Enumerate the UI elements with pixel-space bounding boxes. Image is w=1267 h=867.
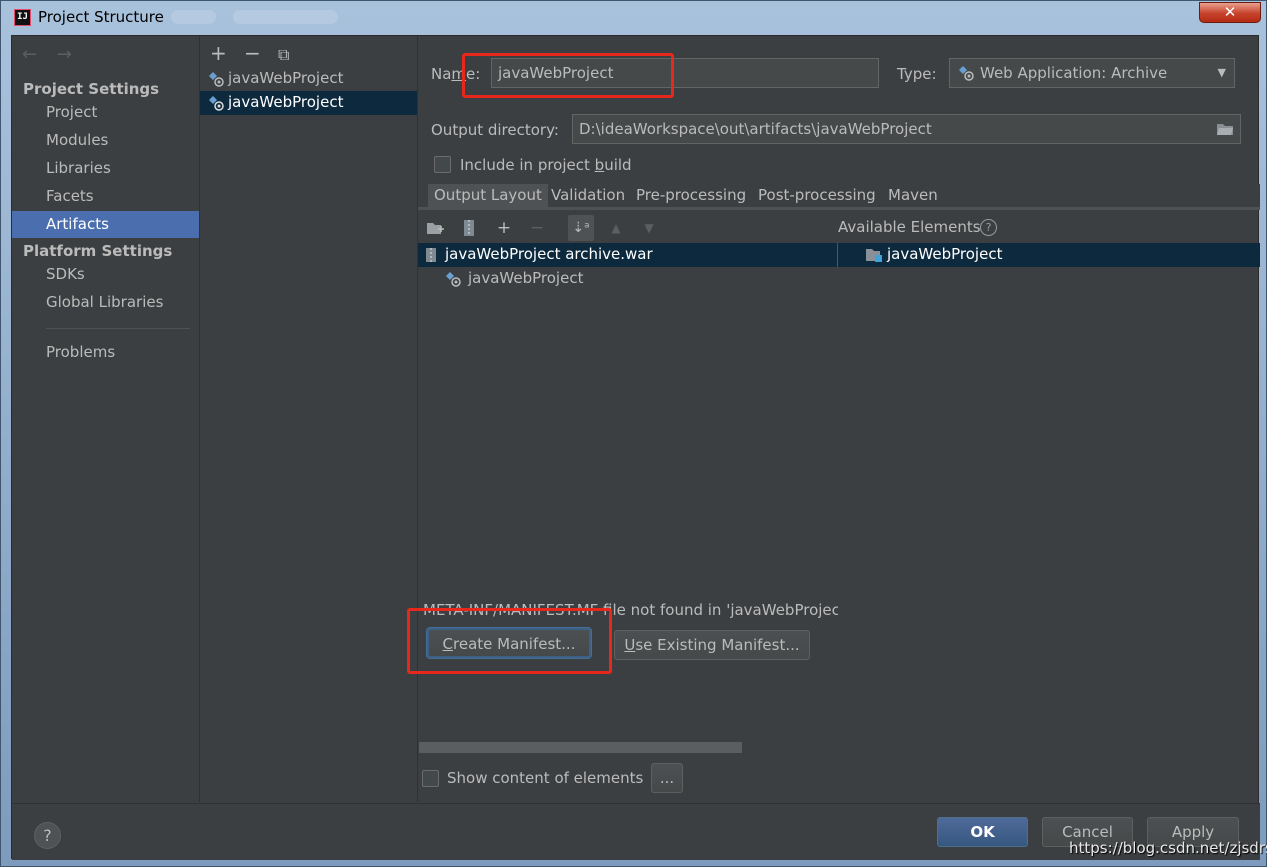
- layout-tree-root-label: javaWebProject archive.war: [445, 245, 653, 263]
- layout-toolbar: + − ⇣ᵃ ▲ ▼ Available Elements ?: [418, 213, 1260, 243]
- output-directory-value: D:\ideaWorkspace\out\artifacts\javaWebPr…: [579, 120, 932, 138]
- project-settings-header: Project Settings: [23, 80, 160, 98]
- artifacts-list-toolbar: + − ⧉: [210, 41, 312, 65]
- use-existing-manifest-button[interactable]: Use Existing Manifest...: [614, 630, 810, 660]
- nav-item-problems[interactable]: Problems: [12, 339, 199, 366]
- help-button[interactable]: ?: [34, 822, 61, 849]
- artifact-editor: Name: javaWebProject Type: Web Applicati…: [407, 36, 1260, 802]
- settings-nav: ← → Project Settings Project Modules Lib…: [12, 36, 199, 802]
- create-archive-icon[interactable]: [456, 215, 482, 241]
- artifact-type-value: Web Application: Archive: [980, 64, 1168, 82]
- artifact-name: javaWebProject: [228, 93, 344, 111]
- show-content-checkbox[interactable]: [422, 770, 439, 787]
- chevron-down-icon: ▼: [1217, 66, 1226, 79]
- close-window-button[interactable]: ✕: [1199, 2, 1261, 23]
- nav-item-global-libraries[interactable]: Global Libraries: [12, 289, 199, 316]
- war-archive-icon: [426, 248, 436, 262]
- include-in-build-label: Include in project build: [460, 156, 632, 174]
- add-icon[interactable]: +: [210, 41, 244, 65]
- nav-item-project[interactable]: Project: [12, 99, 199, 126]
- background-taskbar-item: [171, 10, 216, 24]
- available-elements-label: Available Elements: [838, 218, 981, 236]
- web-artifact-icon: [209, 72, 224, 87]
- remove-icon[interactable]: −: [244, 41, 278, 65]
- intellij-app-icon: IJ: [14, 9, 31, 26]
- browse-folder-icon[interactable]: [1216, 122, 1234, 136]
- artifact-type-combo[interactable]: Web Application: Archive ▼: [949, 58, 1235, 88]
- tab-pre-processing[interactable]: Pre-processing: [630, 184, 752, 208]
- include-in-build-checkbox[interactable]: [434, 156, 451, 173]
- move-up-icon[interactable]: ▲: [603, 215, 629, 241]
- tab-output-layout[interactable]: Output Layout: [428, 184, 548, 208]
- create-directory-icon[interactable]: [422, 215, 448, 241]
- type-label: Type:: [897, 65, 937, 83]
- nav-item-artifacts[interactable]: Artifacts: [12, 211, 199, 238]
- artifact-name: javaWebProject: [228, 69, 344, 87]
- show-content-options-button[interactable]: ...: [651, 763, 683, 793]
- remove-icon[interactable]: −: [524, 215, 550, 241]
- horizontal-scrollbar[interactable]: [419, 742, 742, 753]
- show-content-label: Show content of elements: [447, 769, 644, 787]
- tab-post-processing[interactable]: Post-processing: [752, 184, 882, 208]
- ok-button[interactable]: OK: [937, 817, 1028, 847]
- available-tree-item[interactable]: javaWebProject: [838, 243, 1260, 267]
- artifact-tabs: Output Layout Validation Pre-processing …: [418, 184, 1260, 208]
- watermark-text: https://blog.csdn.net/zjsdrs: [1069, 839, 1267, 857]
- module-artifact-icon: [446, 272, 461, 287]
- web-artifact-icon: [959, 66, 974, 81]
- module-folder-icon: [866, 249, 882, 262]
- back-arrow-icon[interactable]: ←: [22, 44, 37, 65]
- title-bar: IJ Project Structure ✕: [1, 1, 1266, 35]
- web-artifact-icon: [209, 96, 224, 111]
- artifacts-list-panel: + − ⧉ javaWebProject javaWebProject: [200, 36, 417, 802]
- nav-item-libraries[interactable]: Libraries: [12, 155, 199, 182]
- layout-tree-child[interactable]: javaWebProject: [418, 267, 837, 291]
- help-icon[interactable]: ?: [980, 219, 997, 236]
- tab-maven[interactable]: Maven: [882, 184, 944, 208]
- project-structure-window: IJ Project Structure ✕ ← → Project Setti…: [0, 0, 1267, 867]
- add-copy-icon[interactable]: +: [491, 215, 517, 241]
- dialog-content: ← → Project Settings Project Modules Lib…: [11, 35, 1260, 860]
- tab-validation[interactable]: Validation: [545, 184, 631, 208]
- nav-history: ← →: [22, 44, 86, 65]
- artifact-list-item-selected[interactable]: javaWebProject: [200, 91, 417, 115]
- available-tree-item-label: javaWebProject: [887, 245, 1003, 263]
- artifact-list-item[interactable]: javaWebProject: [200, 67, 417, 91]
- layout-tree-root[interactable]: javaWebProject archive.war: [418, 243, 837, 267]
- forward-arrow-icon[interactable]: →: [57, 44, 72, 65]
- window-title: Project Structure: [38, 8, 164, 26]
- move-down-icon[interactable]: ▼: [636, 215, 662, 241]
- background-taskbar-item: [233, 10, 338, 24]
- nav-item-modules[interactable]: Modules: [12, 127, 199, 154]
- copy-icon[interactable]: ⧉: [278, 45, 312, 65]
- layout-tree-child-label: javaWebProject: [468, 269, 584, 287]
- highlight-box-name: [462, 53, 674, 98]
- output-directory-label: Output directory:: [431, 121, 559, 139]
- nav-divider: [46, 328, 190, 329]
- nav-item-facets[interactable]: Facets: [12, 183, 199, 210]
- tabs-underline: [418, 207, 1260, 210]
- output-directory-field[interactable]: D:\ideaWorkspace\out\artifacts\javaWebPr…: [572, 114, 1241, 144]
- platform-settings-header: Platform Settings: [23, 242, 173, 260]
- highlight-box-create-manifest: [407, 608, 612, 674]
- nav-item-sdks[interactable]: SDKs: [12, 261, 199, 288]
- sort-elements-icon[interactable]: ⇣ᵃ: [568, 215, 594, 241]
